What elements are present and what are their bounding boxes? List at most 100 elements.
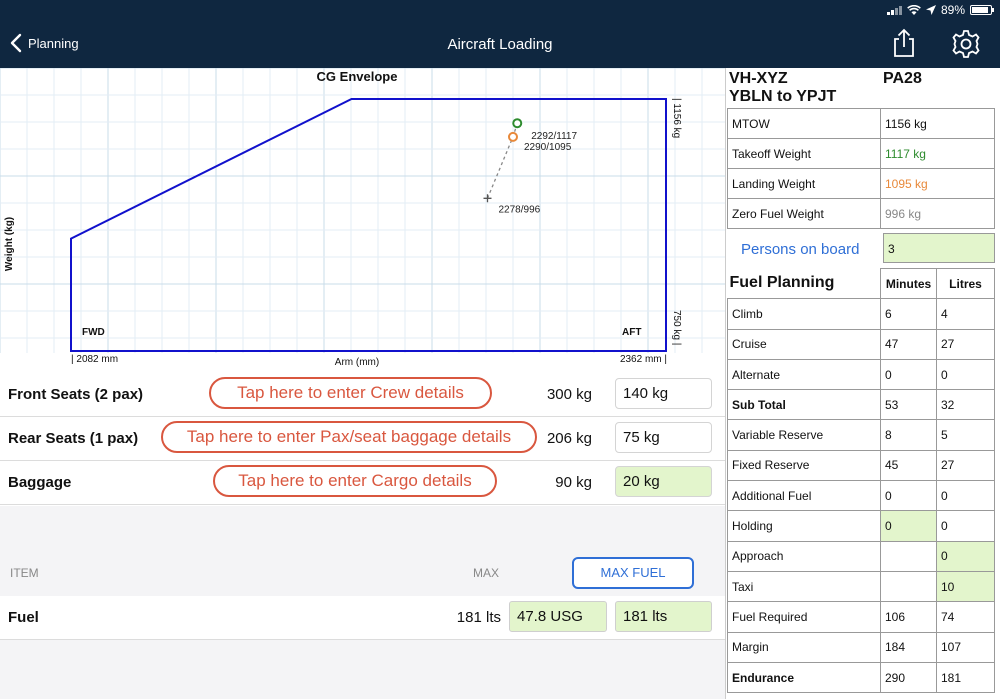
fuel-row-minutes bbox=[880, 540, 937, 572]
share-icon[interactable] bbox=[890, 28, 918, 58]
max-fuel-button[interactable]: MAX FUEL bbox=[572, 557, 694, 589]
fuel-litres-input[interactable]: 181 lts bbox=[615, 601, 712, 632]
cg-point-label: 2290/1095 bbox=[524, 142, 572, 153]
fuel-row-litres: 5 bbox=[936, 419, 995, 451]
fuel-row-minutes: 45 bbox=[880, 449, 937, 482]
fuel-row-label: Cruise bbox=[727, 328, 881, 360]
loading-row-rear-seats[interactable]: Rear Seats (1 pax) Tap here to enter Pax… bbox=[0, 417, 725, 461]
fuel-row-label: Fixed Reserve bbox=[727, 449, 881, 482]
y-min-label: 750 kg | bbox=[671, 310, 682, 345]
chart-ylabel: Weight (kg) bbox=[4, 217, 15, 271]
location-arrow-icon bbox=[925, 5, 936, 15]
row-label: Front Seats (2 pax) bbox=[8, 386, 144, 403]
fuel-row-label: Margin bbox=[727, 631, 881, 663]
fuel-row-minutes: 184 bbox=[880, 631, 937, 663]
row-label: Baggage bbox=[8, 474, 72, 491]
weight-value: 1156 kg bbox=[880, 108, 995, 139]
fuel-row-minutes: 0 bbox=[880, 480, 937, 512]
pax-baggage-details-hint[interactable]: Tap here to enter Pax/seat baggage detai… bbox=[161, 421, 537, 453]
weight-value: 1117 kg bbox=[880, 138, 995, 169]
fuel-usg-input[interactable]: 47.8 USG bbox=[509, 601, 607, 632]
fuel-planning-header-row: Fuel Planning Minutes Litres bbox=[727, 267, 995, 300]
summary-panel: VH-XYZ YBLN to YPJT PA28 MTOW 1156 kg Take… bbox=[725, 68, 1000, 699]
weight-label: Takeoff Weight bbox=[727, 138, 881, 169]
fuel-row-minutes: 0 bbox=[880, 358, 937, 391]
persons-on-board-label: Persons on board bbox=[741, 241, 860, 258]
weight-value: 996 kg bbox=[880, 198, 995, 229]
fuel-row-litres: 0 bbox=[936, 358, 995, 391]
fuel-row-minutes[interactable]: 0 bbox=[880, 510, 937, 542]
aft-label: AFT bbox=[622, 327, 641, 338]
fuel-row-label: Variable Reserve bbox=[727, 419, 881, 451]
fuel-row-label: Climb bbox=[727, 298, 881, 330]
fuel-planning-row: Alternate 0 0 bbox=[727, 358, 995, 391]
weight-label: MTOW bbox=[727, 108, 881, 139]
chart-title: CG Envelope bbox=[317, 69, 398, 84]
loading-rows: Front Seats (2 pax) Tap here to enter Cr… bbox=[0, 373, 725, 505]
fuel-row-label: Alternate bbox=[727, 358, 881, 391]
fuel-row-litres[interactable]: 0 bbox=[936, 540, 995, 572]
fuel-row-litres: 4 bbox=[936, 298, 995, 330]
row-label: Rear Seats (1 pax) bbox=[8, 430, 139, 447]
baggage-weight-input[interactable]: 20 kg bbox=[615, 466, 712, 497]
fuel-planning-table: Fuel Planning Minutes Litres Climb 6 4 Crui… bbox=[727, 267, 995, 694]
fuel-row-label: Fuel Required bbox=[727, 601, 881, 633]
fuel-row-litres[interactable]: 10 bbox=[936, 570, 995, 603]
loading-row-front-seats[interactable]: Front Seats (2 pax) Tap here to enter Cr… bbox=[0, 373, 725, 417]
fuel-planning-row: Climb 6 4 bbox=[727, 298, 995, 330]
cellular-signal-icon bbox=[886, 5, 902, 15]
weight-row: Takeoff Weight 1117 kg bbox=[727, 138, 995, 169]
fuel-row-litres: 0 bbox=[936, 480, 995, 512]
fuel-row-litres: 27 bbox=[936, 449, 995, 482]
crew-details-hint[interactable]: Tap here to enter Crew details bbox=[209, 377, 492, 409]
battery-icon bbox=[970, 5, 994, 15]
weight-row: Landing Weight 1095 kg bbox=[727, 168, 995, 199]
fuel-planning-row: Fuel Required 106 74 bbox=[727, 601, 995, 633]
persons-on-board-input[interactable]: 3 bbox=[883, 233, 995, 263]
x-max-label: 2362 mm | bbox=[620, 354, 667, 365]
weight-row: MTOW 1156 kg bbox=[727, 108, 995, 139]
aircraft-type: PA28 bbox=[883, 70, 922, 87]
fuel-row-label: Holding bbox=[727, 510, 881, 542]
takeoff-cg-point bbox=[512, 118, 523, 129]
fuel-row-label: Endurance bbox=[727, 661, 881, 694]
fuel-row-minutes: 53 bbox=[880, 389, 937, 421]
fuel-row-minutes: 6 bbox=[880, 298, 937, 330]
gear-icon[interactable] bbox=[950, 28, 982, 60]
fwd-label: FWD bbox=[82, 327, 105, 338]
fuel-label: Fuel bbox=[8, 609, 39, 626]
status-icons: 89% bbox=[886, 3, 994, 17]
page-title: Aircraft Loading bbox=[447, 36, 553, 53]
fuel-row-litres: 74 bbox=[936, 601, 995, 633]
fuel-row-minutes: 8 bbox=[880, 419, 937, 451]
fuel-planning-row: Sub Total 53 32 bbox=[727, 389, 995, 421]
fuel-max: 181 lts bbox=[456, 609, 501, 626]
front-seats-weight-input[interactable]: 140 kg bbox=[615, 378, 712, 409]
row-max: 90 kg bbox=[555, 474, 592, 491]
fuel-planning-row: Approach 0 bbox=[727, 540, 995, 572]
fuel-row: Fuel 181 lts 47.8 USG 181 lts bbox=[0, 596, 725, 640]
weight-label: Zero Fuel Weight bbox=[727, 198, 881, 229]
cg-point-label: 2278/996 bbox=[499, 204, 541, 215]
fuel-row-litres: 27 bbox=[936, 328, 995, 360]
weight-row: Zero Fuel Weight 996 kg bbox=[727, 198, 995, 229]
x-min-label: | 2082 mm bbox=[71, 354, 118, 365]
weights-table: MTOW 1156 kg Takeoff Weight 1117 kg Landing … bbox=[727, 108, 995, 229]
chart-xlabel: Arm (mm) bbox=[335, 357, 379, 368]
cg-envelope-chart: CG Envelope Weight (kg) FWD AFT | 2082 m… bbox=[0, 67, 725, 373]
litres-column-header: Litres bbox=[936, 267, 995, 300]
rear-seats-weight-input[interactable]: 75 kg bbox=[615, 422, 712, 453]
cargo-details-hint[interactable]: Tap here to enter Cargo details bbox=[213, 465, 497, 497]
fuel-planning-row: Taxi 10 bbox=[727, 570, 995, 603]
fuel-row-label: Additional Fuel bbox=[727, 480, 881, 512]
loading-row-baggage[interactable]: Baggage Tap here to enter Cargo details … bbox=[0, 461, 725, 505]
fuel-row-minutes: 106 bbox=[880, 601, 937, 633]
fuel-row-litres: 32 bbox=[936, 389, 995, 421]
fuel-planning-row: Cruise 47 27 bbox=[727, 328, 995, 360]
fuel-planning-row: Holding 0 0 bbox=[727, 510, 995, 542]
fuel-planning-row: Variable Reserve 8 5 bbox=[727, 419, 995, 451]
fuel-row-label: Sub Total bbox=[727, 389, 881, 421]
cg-envelope-svg: CG Envelope Weight (kg) FWD AFT | 2082 m… bbox=[0, 67, 725, 368]
max-column-header: MAX bbox=[473, 566, 500, 580]
weight-value: 1095 kg bbox=[880, 168, 995, 199]
